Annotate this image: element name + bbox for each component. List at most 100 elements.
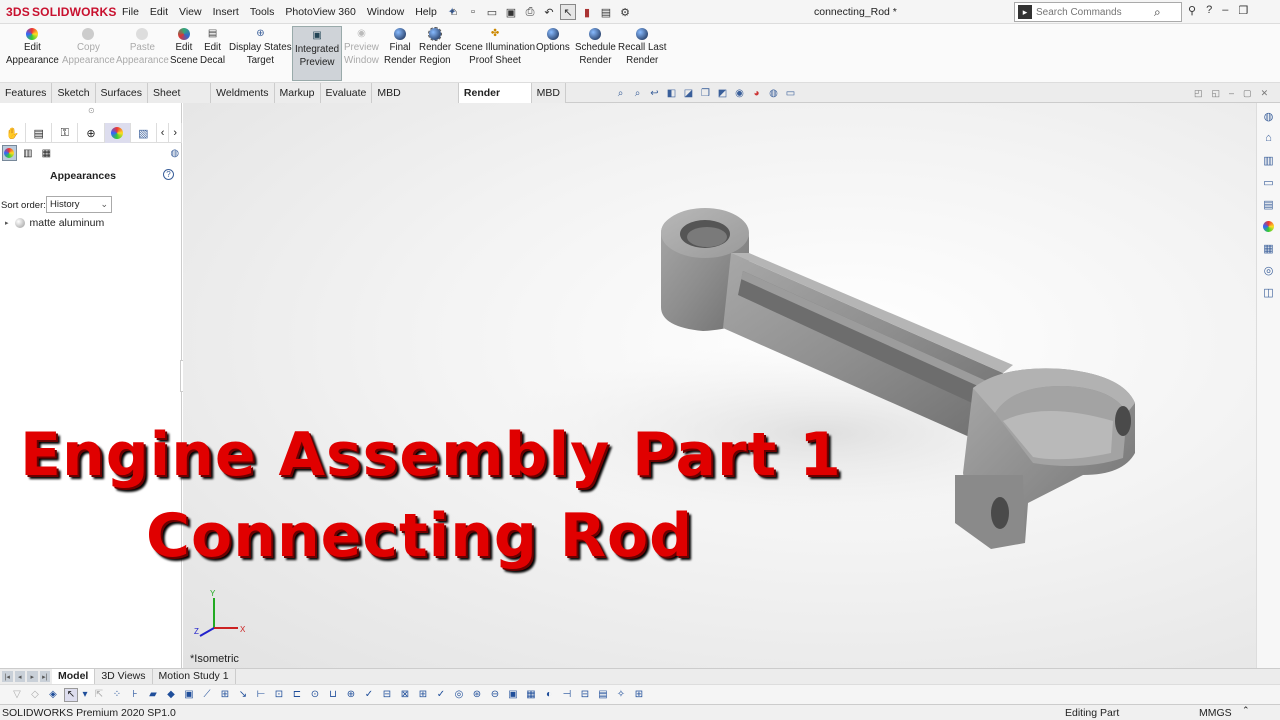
appearance-tree-item[interactable]: ▸ matte aluminum xyxy=(5,217,104,229)
menu-help[interactable]: Help xyxy=(415,6,437,18)
magnet-line-icon[interactable]: ⊣ xyxy=(560,688,574,702)
view-palette-icon[interactable]: ▤ xyxy=(1260,195,1278,213)
tab-evaluate[interactable]: Evaluate xyxy=(320,83,373,103)
undo-icon[interactable]: ↶ xyxy=(541,4,557,20)
print-icon[interactable]: ⎙ xyxy=(522,4,538,20)
edit-appearance-button[interactable]: Edit Appearance xyxy=(6,27,59,67)
menu-tools[interactable]: Tools xyxy=(250,6,275,18)
surface-icon[interactable]: ◆ xyxy=(164,688,178,702)
point-icon[interactable]: ⁘ xyxy=(110,688,124,702)
display-manager-tab-icon[interactable] xyxy=(104,123,131,143)
file-properties-icon[interactable]: ▤ xyxy=(598,4,614,20)
sort-order-select[interactable]: History ⌄ xyxy=(46,196,112,213)
tab-weldments[interactable]: Weldments xyxy=(211,83,275,103)
select-dropdown-icon[interactable]: ▾ xyxy=(82,688,88,702)
preview-window-button[interactable]: ◉ Preview Window xyxy=(344,27,379,67)
filter-icon[interactable]: ▽ xyxy=(10,688,24,702)
section-view-icon[interactable]: ◧ xyxy=(665,87,678,100)
copy-appearance-button[interactable]: Copy Appearance xyxy=(62,27,115,67)
annotation-icon[interactable]: ⊙ xyxy=(308,688,322,702)
previous-view-icon[interactable]: ↩ xyxy=(648,87,661,100)
save-icon[interactable]: ▣ xyxy=(503,4,519,20)
block-icon[interactable]: ▣ xyxy=(506,688,520,702)
menu-file[interactable]: File xyxy=(122,6,139,18)
tab-motion-study-1[interactable]: Motion Study 1 xyxy=(153,669,236,684)
surface-finish-icon[interactable]: ✓ xyxy=(434,688,448,702)
collaboration-icon[interactable]: ◫ xyxy=(1260,283,1278,301)
datum-icon[interactable]: ⊠ xyxy=(398,688,412,702)
viewport-tile-icon[interactable]: ◱ xyxy=(1212,88,1221,99)
home-icon[interactable]: ⌂ xyxy=(446,4,462,20)
design-library-icon[interactable]: ▥ xyxy=(1260,151,1278,169)
filter-mate-icon[interactable]: ▤ xyxy=(596,688,610,702)
solidworks-resources-icon[interactable]: ◍ xyxy=(1260,107,1278,125)
paste-appearance-button[interactable]: Paste Appearance xyxy=(116,27,169,67)
help-icon[interactable]: ? xyxy=(1206,4,1212,17)
tab-mbd[interactable]: MBD xyxy=(531,83,566,103)
zoom-to-area-icon[interactable]: ⌕ xyxy=(631,87,644,100)
tab-sketch[interactable]: Sketch xyxy=(52,83,96,103)
dimxpert-manager-tab-icon[interactable]: ⊕ xyxy=(78,123,105,143)
zoom-to-fit-icon[interactable]: ⌕ xyxy=(614,87,627,100)
edit-appearance-hud-icon[interactable]: ◕ xyxy=(750,87,763,100)
tolerance-icon[interactable]: ⊞ xyxy=(416,688,430,702)
tab-mbd-dimensions[interactable]: MBD Dimensions xyxy=(372,83,459,119)
integrated-preview-button[interactable]: ▣ Integrated Preview xyxy=(292,26,343,81)
hide-show-items-icon[interactable]: ◉ xyxy=(733,87,746,100)
select-other-icon[interactable]: ⇱ xyxy=(92,688,106,702)
search-commands[interactable]: ▸ ⌕ xyxy=(1014,2,1182,22)
menu-insert[interactable]: Insert xyxy=(213,6,239,18)
scene-illumination-proof-sheet-button[interactable]: ✤ Scene Illumination Proof Sheet xyxy=(455,27,535,67)
plane-icon[interactable]: ▰ xyxy=(146,688,160,702)
expand-arrow-icon[interactable]: ▸ xyxy=(5,219,9,227)
filter-faces-icon[interactable]: ◈ xyxy=(46,688,60,702)
center-mark-icon[interactable]: ⊛ xyxy=(470,688,484,702)
camview-tab-icon[interactable]: ▧ xyxy=(131,123,157,143)
render-region-button[interactable]: Render Region xyxy=(419,27,451,67)
filter-edges-icon[interactable]: ◇ xyxy=(28,688,42,702)
axis-icon[interactable]: ⟋ xyxy=(200,688,214,702)
custom-properties-icon[interactable]: ▦ xyxy=(1260,239,1278,257)
revision-icon[interactable]: ◐ xyxy=(542,688,556,702)
tab-markup[interactable]: Markup xyxy=(274,83,321,103)
prev-tab-icon[interactable]: ◂ xyxy=(14,671,25,682)
options-button[interactable]: Options xyxy=(536,27,570,55)
centerline-icon[interactable]: ⊖ xyxy=(488,688,502,702)
first-tab-icon[interactable]: |◂ xyxy=(2,671,13,682)
final-render-button[interactable]: Final Render xyxy=(384,27,416,67)
cosmetic-thread-icon[interactable]: ⊟ xyxy=(380,688,394,702)
search-input[interactable] xyxy=(1036,6,1154,18)
schedule-render-button[interactable]: Schedule Render xyxy=(575,27,616,67)
panel-scroll-right-icon[interactable]: › xyxy=(169,123,183,143)
rebuild-icon[interactable]: ▮ xyxy=(579,4,595,20)
table-icon[interactable]: ▦ xyxy=(524,688,538,702)
view-orientation-icon[interactable]: ❒ xyxy=(699,87,712,100)
restore-icon[interactable]: ❐ xyxy=(1238,4,1248,17)
tab-features[interactable]: Features xyxy=(0,83,53,103)
view-appearances-icon[interactable] xyxy=(2,145,17,161)
dynamic-annotation-icon[interactable]: ◪ xyxy=(682,87,695,100)
balloon-icon[interactable]: ⊕ xyxy=(344,688,358,702)
tab-surfaces[interactable]: Surfaces xyxy=(95,83,148,103)
recall-last-render-button[interactable]: Recall Last Render xyxy=(618,27,666,67)
menu-photoview[interactable]: PhotoView 360 xyxy=(285,6,355,18)
sketch-point-icon[interactable]: ⊢ xyxy=(254,688,268,702)
viewport-maximize-icon[interactable]: ▢ xyxy=(1243,88,1252,99)
hole-callout-icon[interactable]: ◎ xyxy=(452,688,466,702)
note-icon[interactable]: ⊔ xyxy=(326,688,340,702)
connecting-rod-model[interactable] xyxy=(183,103,1256,668)
viewport-minimize-icon[interactable]: – xyxy=(1229,88,1234,99)
tab-3d-views[interactable]: 3D Views xyxy=(95,669,153,684)
edit-scene-button[interactable]: Edit Scene xyxy=(170,27,198,67)
cross-section-icon[interactable]: ⊟ xyxy=(578,688,592,702)
select-arrow-icon[interactable]: ↖ xyxy=(64,687,78,702)
viewport-restore-icon[interactable]: ◰ xyxy=(1194,88,1203,99)
configuration-manager-tab-icon[interactable]: ⚿ xyxy=(52,123,79,143)
panel-scroll-left-icon[interactable]: ‹ xyxy=(157,123,170,143)
filter-dims-icon[interactable]: ✧ xyxy=(614,688,628,702)
tab-model[interactable]: Model xyxy=(52,669,96,684)
view-settings-icon[interactable]: ▭ xyxy=(784,87,797,100)
search-icon[interactable]: ⌕ xyxy=(1154,5,1161,20)
tab-render-tools[interactable]: Render Tools xyxy=(458,83,532,119)
edge-icon[interactable]: ⊞ xyxy=(218,688,232,702)
